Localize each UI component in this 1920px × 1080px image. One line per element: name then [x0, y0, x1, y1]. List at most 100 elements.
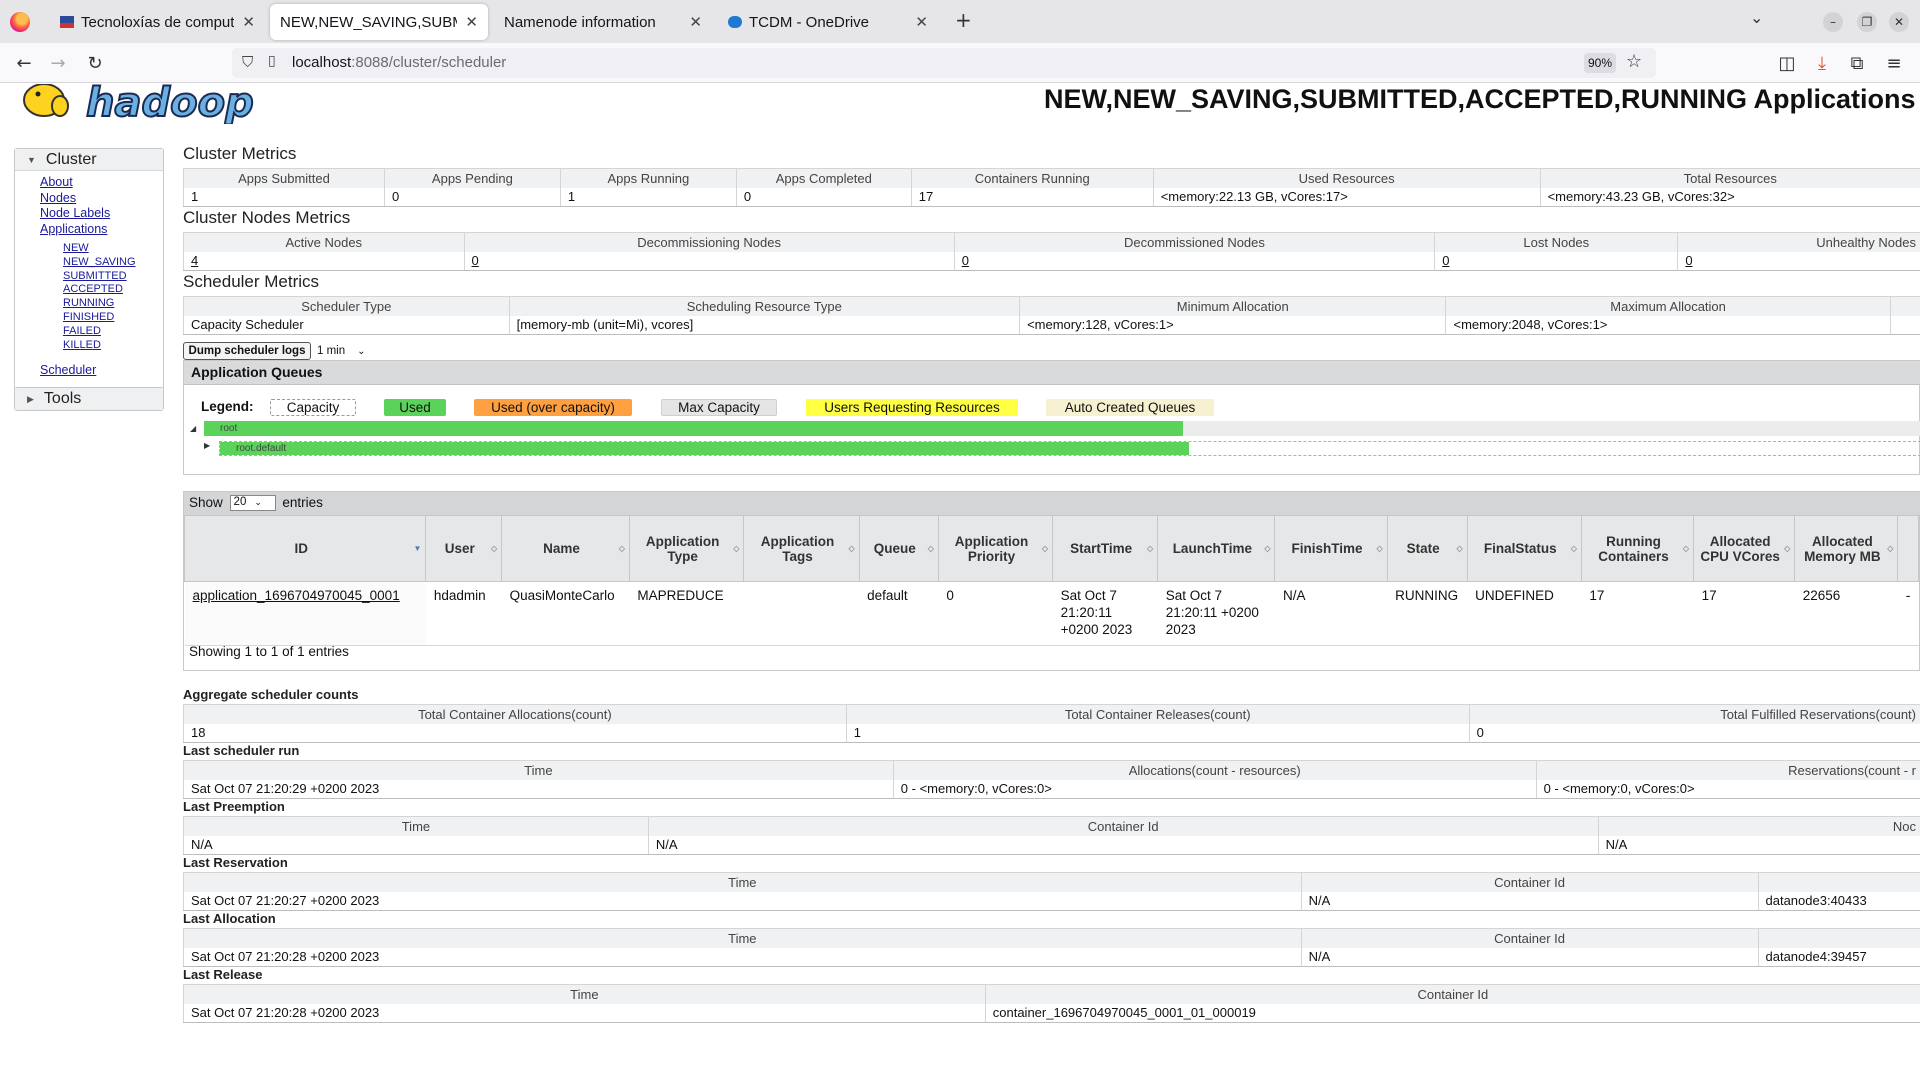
- containers-running-value: 17: [910, 187, 1154, 207]
- th-finishtime[interactable]: FinishTime ◇: [1274, 515, 1388, 582]
- th-application-tags-label: Application Tags: [760, 533, 835, 564]
- minimize-icon[interactable]: –: [1823, 12, 1843, 32]
- sidebar-link-node-labels[interactable]: Node Labels: [40, 206, 110, 222]
- th-application-type[interactable]: Application Type ◇: [628, 515, 745, 582]
- last-allocation-table: Time Container Id Sat Oct 07 21:20:28 +0…: [183, 928, 1920, 967]
- page-icon: ▯: [268, 53, 276, 69]
- list-tabs-icon[interactable]: ⌄: [1750, 8, 1763, 27]
- download-icon[interactable]: ⤓: [1808, 49, 1836, 77]
- tab-label: TCDM - OneDrive: [749, 13, 870, 31]
- legend-max-capacity: Max Capacity: [661, 399, 777, 416]
- browser-nav-bar: ← → ↻ ⛉ ▯ localhost:8088/cluster/schedul…: [0, 43, 1920, 83]
- star-icon[interactable]: ☆: [1626, 51, 1642, 72]
- decommissioned-nodes-link[interactable]: 0: [953, 251, 1435, 271]
- reload-icon[interactable]: ↻: [81, 49, 109, 77]
- decommissioning-nodes-link[interactable]: 0: [463, 251, 955, 271]
- th-name[interactable]: Name ◇: [501, 515, 630, 582]
- minimum-allocation-value: <memory:128, vCores:1>: [1019, 315, 1446, 335]
- sidebar-state-failed[interactable]: FAILED: [63, 325, 136, 339]
- close-icon[interactable]: ✕: [242, 13, 255, 31]
- menu-icon[interactable]: ≡: [1880, 49, 1908, 77]
- th-finalstatus[interactable]: FinalStatus ◇: [1466, 515, 1582, 582]
- scheduler-metrics-title: Scheduler Metrics: [183, 272, 320, 291]
- release-container-value: container_1696704970045_0001_01_000019: [984, 1003, 1920, 1023]
- th-state[interactable]: State ◇: [1386, 515, 1468, 582]
- zoom-level[interactable]: 90%: [1584, 53, 1616, 73]
- sidebar-link-nodes[interactable]: Nodes: [40, 191, 110, 207]
- triangle-right-icon[interactable]: ▶: [204, 441, 210, 450]
- shield-icon[interactable]: ⛉: [242, 53, 253, 71]
- th-application-priority[interactable]: Application Priority ◇: [937, 515, 1054, 582]
- th-allocated-memory[interactable]: Allocated Memory MB ◇: [1794, 515, 1899, 582]
- sidebar-link-applications[interactable]: Applications: [40, 222, 110, 238]
- close-icon[interactable]: ✕: [689, 13, 702, 31]
- forward-icon[interactable]: →: [44, 49, 72, 77]
- close-icon[interactable]: ✕: [915, 13, 928, 31]
- app-id-link[interactable]: application_1696704970045_0001: [184, 581, 426, 646]
- close-icon[interactable]: ✕: [465, 13, 478, 31]
- th-starttime[interactable]: StartTime ◇: [1052, 515, 1159, 582]
- tab-onedrive[interactable]: TCDM - OneDrive ✕: [718, 4, 938, 40]
- th-active-nodes: Active Nodes: [183, 232, 465, 252]
- queue-default-bar[interactable]: root.default: [219, 441, 1920, 456]
- sidebar-state-submitted[interactable]: SUBMITTED: [63, 270, 136, 284]
- dump-interval-select[interactable]: 1 min ⌄: [313, 342, 373, 360]
- last-run-title: Last scheduler run: [183, 743, 300, 758]
- triangle-right-icon: ▶: [27, 393, 34, 404]
- th-allocated-cpu[interactable]: Allocated CPU VCores ◇: [1693, 515, 1796, 582]
- dump-scheduler-logs-button[interactable]: Dump scheduler logs: [183, 342, 311, 360]
- new-tab-icon[interactable]: +: [955, 8, 972, 32]
- page-size-select[interactable]: 20 ⌄: [229, 495, 276, 512]
- preemption-time-value: N/A: [183, 835, 649, 855]
- queue-root-used-fill: [204, 421, 1183, 436]
- sort-icon: ◇: [927, 544, 934, 553]
- sidebar-state-killed[interactable]: KILLED: [63, 339, 136, 353]
- url-bar[interactable]: ⛉ ▯ localhost:8088/cluster/scheduler 90%…: [232, 48, 1656, 78]
- last-preemption-table-wrap: Time Container Id Noc N/A N/A N/A: [183, 816, 1920, 855]
- url-text[interactable]: localhost:8088/cluster/scheduler: [292, 54, 506, 71]
- cluster-header[interactable]: ▼ Cluster: [15, 149, 163, 171]
- sidebar-state-accepted[interactable]: ACCEPTED: [63, 283, 136, 297]
- th-running-containers[interactable]: Running Containers ◇: [1580, 515, 1695, 582]
- th-application-tags[interactable]: Application Tags ◇: [743, 515, 860, 582]
- sidebar-link-about[interactable]: About: [40, 175, 110, 191]
- back-icon[interactable]: ←: [10, 49, 38, 77]
- triangle-down-icon[interactable]: ◢: [190, 424, 196, 433]
- active-nodes-link[interactable]: 4: [183, 251, 465, 271]
- lost-nodes-link[interactable]: 0: [1434, 251, 1678, 271]
- main-content: Cluster Metrics Apps Submitted Apps Pend…: [183, 84, 1920, 1080]
- tab-scheduler[interactable]: NEW,NEW_SAVING,SUBMIT ✕: [270, 4, 488, 40]
- sidebar-state-new[interactable]: NEW: [63, 242, 136, 256]
- th-launchtime[interactable]: LaunchTime ◇: [1157, 515, 1276, 582]
- unhealthy-nodes-link[interactable]: 0: [1677, 251, 1920, 271]
- legend-used-over-capacity: Used (over capacity): [474, 399, 632, 416]
- legend-capacity: Capacity: [270, 399, 356, 416]
- tab-namenode[interactable]: Namenode information ✕: [494, 4, 712, 40]
- sidebar-tools: ▶ Tools: [14, 387, 164, 411]
- tab-tecnoloxias[interactable]: Tecnoloxías de computac ✕: [50, 4, 265, 40]
- sidebar-link-scheduler[interactable]: Scheduler: [40, 363, 96, 377]
- th-decommissioning-nodes: Decommissioning Nodes: [463, 232, 955, 252]
- show-label: Show: [189, 495, 223, 510]
- url-path: :8088/cluster/scheduler: [351, 54, 507, 71]
- tools-header[interactable]: ▶ Tools: [15, 388, 163, 410]
- sidebar-state-finished[interactable]: FINISHED: [63, 311, 136, 325]
- browser-tab-bar: Tecnoloxías de computac ✕ NEW,NEW_SAVING…: [0, 0, 1920, 43]
- th-user[interactable]: User ◇: [425, 515, 503, 582]
- legend-users-requesting: Users Requesting Resources: [806, 399, 1018, 416]
- firefox-icon[interactable]: [10, 12, 30, 32]
- pocket-icon[interactable]: ◫: [1773, 49, 1801, 77]
- th-id[interactable]: ID ▼: [183, 515, 427, 582]
- sidebar-state-running[interactable]: RUNNING: [63, 297, 136, 311]
- allocation-container-value: N/A: [1300, 947, 1758, 967]
- th-queue[interactable]: Queue ◇: [858, 515, 939, 582]
- th-reservation-time: Time: [183, 872, 1302, 892]
- applications-panel: Show 20 ⌄ entries ID ▼ User ◇ Name ◇ Applica…: [183, 491, 1920, 671]
- window-close-icon[interactable]: ✕: [1889, 12, 1909, 32]
- queue-default-label: root.default: [236, 443, 287, 454]
- restore-icon[interactable]: ❐: [1857, 12, 1877, 32]
- queue-root-bar[interactable]: root: [204, 421, 1920, 436]
- used-resources-value: <memory:22.13 GB, vCores:17>: [1152, 187, 1541, 207]
- extensions-icon[interactable]: ⧉: [1843, 49, 1871, 77]
- sidebar-state-new-saving[interactable]: NEW_SAVING: [63, 256, 136, 270]
